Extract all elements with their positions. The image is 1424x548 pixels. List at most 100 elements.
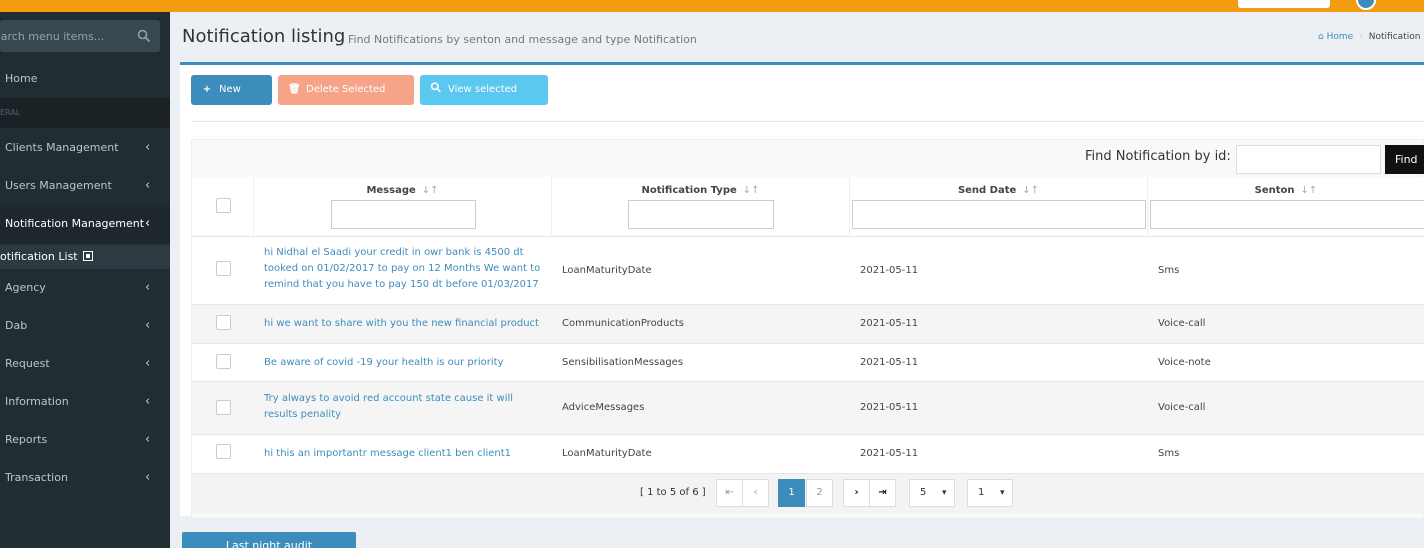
page-jump-value: 1 [978,487,985,498]
sidebar-item-label: Reports [5,433,48,446]
page-jump-select[interactable]: 1 ▾ [967,479,1013,507]
last-page-icon: ⇥ [878,487,887,498]
sidebar-item-notification-management[interactable]: Notification Management ‹ [0,205,170,243]
sidebar-item-clients-management[interactable]: Clients Management ‹ [0,129,170,167]
senton-cell: Voice-note [1158,357,1211,368]
sidebar-item-information[interactable]: Information ‹ [0,383,170,421]
sidebar-item-label: Information [5,395,69,408]
page-button-2[interactable]: 2 [806,479,833,507]
row-checkbox[interactable] [216,444,231,459]
sidebar-item-label: Home [5,72,38,85]
type-cell: AdviceMessages [562,402,645,413]
type-cell: LoanMaturityDate [562,448,652,459]
date-cell: 2021-05-11 [860,357,919,368]
view-button-label: View selected [448,84,518,95]
paginator: [ 1 to 5 of 6 ] ⇤ ‹ 1 2 › ⇥ 5 ▾ 1 ▾ [192,473,1424,513]
sidebar-item-label: Notification Management [5,217,145,230]
table-row[interactable]: Try always to avoid red account state ca… [192,381,1424,434]
breadcrumb: ⌂ Home › Notification [1318,32,1420,42]
row-checkbox[interactable] [216,354,231,369]
delete-selected-button[interactable]: 🗑 Delete Selected [278,75,414,105]
content-header: Notification listing Find Notifications … [170,12,1424,62]
rows-per-page-select[interactable]: 5 ▾ [909,479,955,507]
chevron-right-icon: › [854,487,859,498]
sidebar-item-users-management[interactable]: Users Management ‹ [0,167,170,205]
next-page-button[interactable]: › [843,479,870,507]
senton-filter-input[interactable] [1150,200,1424,229]
column-header-notification-type[interactable]: Notification Type ↓↑ [552,177,850,235]
senton-cell: Sms [1158,448,1180,459]
user-avatar[interactable] [1356,0,1376,10]
type-cell: LoanMaturityDate [562,265,652,276]
find-by-id-input[interactable] [1236,145,1381,174]
list-box-icon [83,251,94,261]
top-navbar-button[interactable] [1238,0,1330,8]
last-page-button[interactable]: ⇥ [869,479,896,507]
chevron-left-icon: ‹ [145,318,151,333]
type-cell: SensibilisationMessages [562,357,684,368]
sidebar-item-label: Dab [5,319,28,332]
type-filter-input[interactable] [628,200,774,229]
new-button[interactable]: + New [191,75,272,105]
senton-cell: Voice-call [1158,318,1206,329]
sidebar-search-input[interactable] [0,20,130,52]
row-checkbox[interactable] [216,400,231,415]
row-checkbox[interactable] [216,261,231,276]
type-cell: CommunicationProducts [562,318,684,329]
sidebar-search [0,20,160,52]
message-filter-input[interactable] [331,200,476,229]
message-cell[interactable]: hi this an importantr message client1 be… [264,446,544,462]
date-filter-input[interactable] [852,200,1146,229]
sidebar-item-label: Clients Management [5,141,119,154]
breadcrumb-home-link[interactable]: ⌂ Home [1318,32,1353,42]
column-header-send-date[interactable]: Send Date ↓↑ [850,177,1148,235]
page-button-1[interactable]: 1 [778,479,805,507]
sidebar-item-dab[interactable]: Dab ‹ [0,307,170,345]
sidebar-item-home[interactable]: Home [0,60,170,98]
message-cell[interactable]: Try always to avoid red account state ca… [264,391,534,423]
senton-cell: Sms [1158,265,1180,276]
prev-page-button[interactable]: ‹ [742,479,769,507]
date-cell: 2021-05-11 [860,265,919,276]
sidebar-item-transaction[interactable]: Transaction ‹ [0,459,170,497]
top-navbar [0,0,1424,12]
table-row[interactable]: Be aware of covid -19 your health is our… [192,343,1424,381]
divider [191,121,1424,122]
sort-icon[interactable]: ↓↑ [422,185,439,196]
sidebar-item-label: Agency [5,281,46,294]
notification-table: Find Notification by id: Find Message ↓↑ … [191,139,1424,519]
sort-icon[interactable]: ↓↑ [1301,185,1318,196]
message-cell[interactable]: hi Nidhal el Saadi your credit in owr ba… [264,245,544,293]
last-night-audit-button[interactable]: Last night audit [182,532,356,548]
new-button-label: New [219,84,241,95]
row-checkbox[interactable] [216,315,231,330]
sort-icon[interactable]: ↓↑ [743,185,760,196]
sidebar-item-request[interactable]: Request ‹ [0,345,170,383]
rows-per-page-value: 5 [920,487,927,498]
sidebar-item-reports[interactable]: Reports ‹ [0,421,170,459]
chevron-left-icon: ‹ [145,280,151,295]
table-row[interactable]: hi Nidhal el Saadi your credit in owr ba… [192,236,1424,304]
table-row[interactable]: hi this an importantr message client1 be… [192,434,1424,473]
column-header-message[interactable]: Message ↓↑ [254,177,552,235]
chevron-left-icon: ‹ [145,178,151,193]
message-cell[interactable]: Be aware of covid -19 your health is our… [264,355,544,371]
search-icon[interactable] [137,29,151,43]
page-title: Notification listing [182,26,346,47]
chevron-left-icon: ‹ [753,487,758,498]
sidebar-item-agency[interactable]: Agency ‹ [0,269,170,307]
table-row[interactable]: hi we want to share with you the new fin… [192,304,1424,343]
sort-icon[interactable]: ↓↑ [1022,185,1039,196]
select-all-checkbox[interactable] [216,198,231,213]
chevron-left-icon: ‹ [145,394,151,409]
find-button[interactable]: Find [1385,145,1424,174]
sidebar-subitem-notification-list[interactable]: otification List [0,245,170,269]
column-header-senton[interactable]: Senton ↓↑ [1148,177,1424,235]
message-cell[interactable]: hi we want to share with you the new fin… [264,316,564,332]
first-page-button[interactable]: ⇤ [716,479,743,507]
view-selected-button[interactable]: View selected [420,75,548,105]
delete-button-label: Delete Selected [306,84,386,95]
find-by-id-label: Find Notification by id: [1085,149,1231,164]
sidebar-header: ERAL [0,98,170,128]
sidebar-item-label: Transaction [5,471,68,484]
